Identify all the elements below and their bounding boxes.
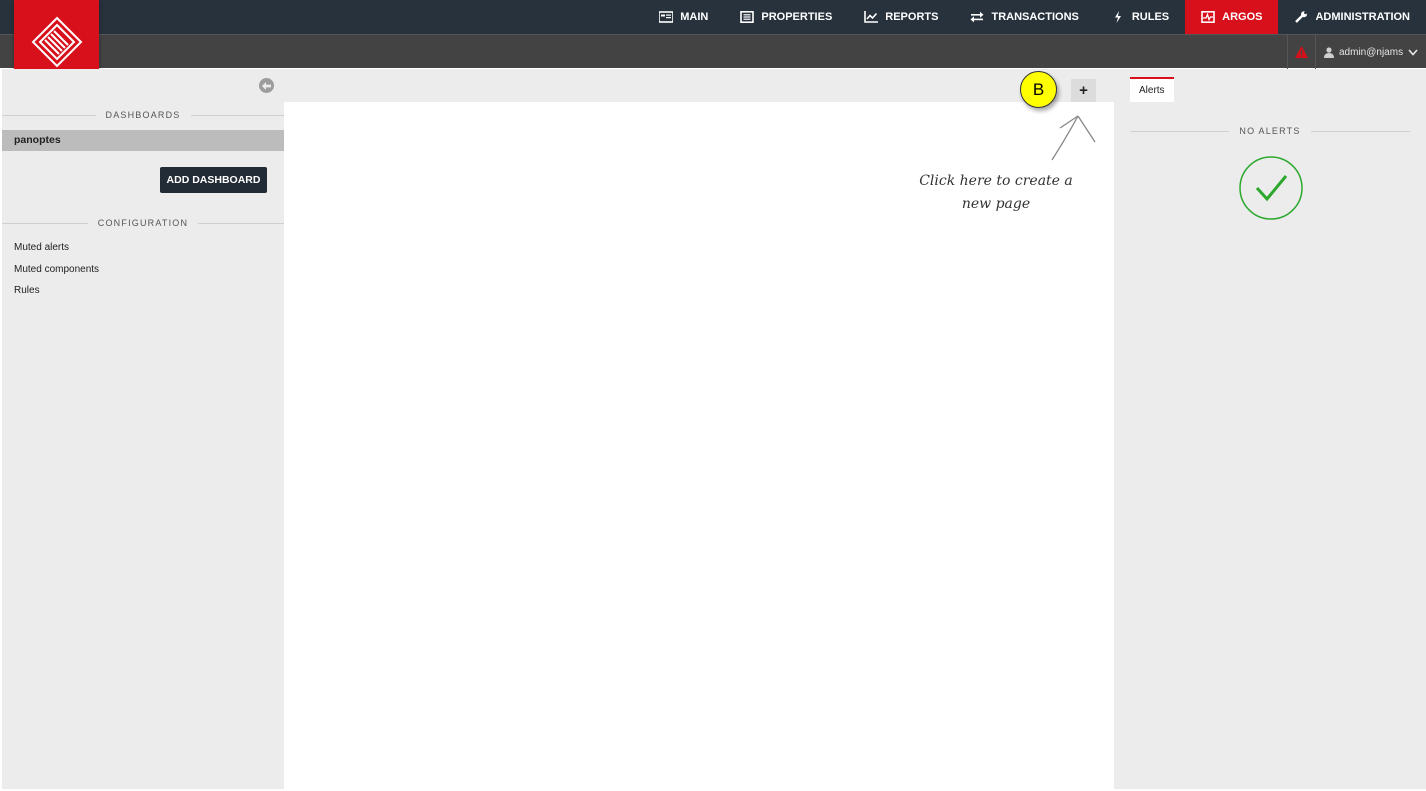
logo-icon — [31, 16, 82, 68]
user-icon — [1324, 46, 1334, 58]
chevron-down-icon — [1408, 48, 1418, 56]
rules-icon — [1114, 11, 1121, 23]
add-page-button[interactable]: + — [1071, 79, 1096, 102]
add-dashboard-button[interactable]: ADD DASHBOARD — [160, 167, 267, 193]
nav-reports[interactable]: REPORTS — [848, 0, 954, 34]
reports-icon — [864, 11, 879, 23]
muted-alerts-link[interactable]: Muted alerts — [14, 242, 69, 253]
no-alerts-heading: NO ALERTS — [1130, 126, 1410, 136]
top-navbar: MAIN PROPERTIES REPORTS TRANSACTIONS RUL… — [0, 0, 1426, 34]
dashboards-heading: DASHBOARDS — [2, 110, 285, 120]
nav-transactions[interactable]: TRANSACTIONS — [954, 0, 1094, 34]
alerts-panel: Alerts NO ALERTS — [1114, 69, 1426, 789]
arrow-left-icon — [262, 81, 271, 90]
nav-properties[interactable]: PROPERTIES — [724, 0, 848, 34]
nav-rules[interactable]: RULES — [1095, 0, 1185, 34]
alert-warning-button[interactable] — [1287, 35, 1315, 69]
main-icon — [659, 11, 674, 23]
transactions-icon — [970, 11, 984, 23]
warning-icon — [1295, 46, 1308, 58]
main-nav: MAIN PROPERTIES REPORTS TRANSACTIONS RUL… — [643, 0, 1426, 34]
rules-link[interactable]: Rules — [14, 285, 40, 296]
nav-argos[interactable]: ARGOS — [1185, 0, 1279, 34]
properties-icon — [740, 11, 755, 23]
configuration-heading: CONFIGURATION — [2, 218, 284, 228]
administration-icon — [1295, 11, 1308, 23]
muted-components-link[interactable]: Muted components — [14, 264, 99, 275]
tab-alerts[interactable]: Alerts — [1130, 77, 1174, 102]
user-menu[interactable]: admin@njams — [1315, 35, 1426, 69]
left-sidebar: DASHBOARDS panoptes ADD DASHBOARD CONFIG… — [2, 69, 285, 789]
status-bar: admin@njams — [0, 34, 1426, 69]
nav-main[interactable]: MAIN — [643, 0, 724, 34]
argos-icon — [1201, 11, 1215, 23]
nav-administration[interactable]: ADMINISTRATION — [1278, 0, 1426, 34]
callout-marker: B — [1020, 71, 1057, 108]
check-circle-icon — [1239, 156, 1303, 220]
hint-arrow — [1051, 115, 1096, 161]
dashboard-item-panoptes[interactable]: panoptes — [2, 130, 284, 151]
create-page-hint: Click here to create a new page — [919, 173, 1073, 212]
user-name: admin@njams — [1339, 46, 1404, 58]
dashboard-tab-strip — [284, 69, 1114, 102]
collapse-sidebar-button[interactable] — [259, 78, 274, 93]
